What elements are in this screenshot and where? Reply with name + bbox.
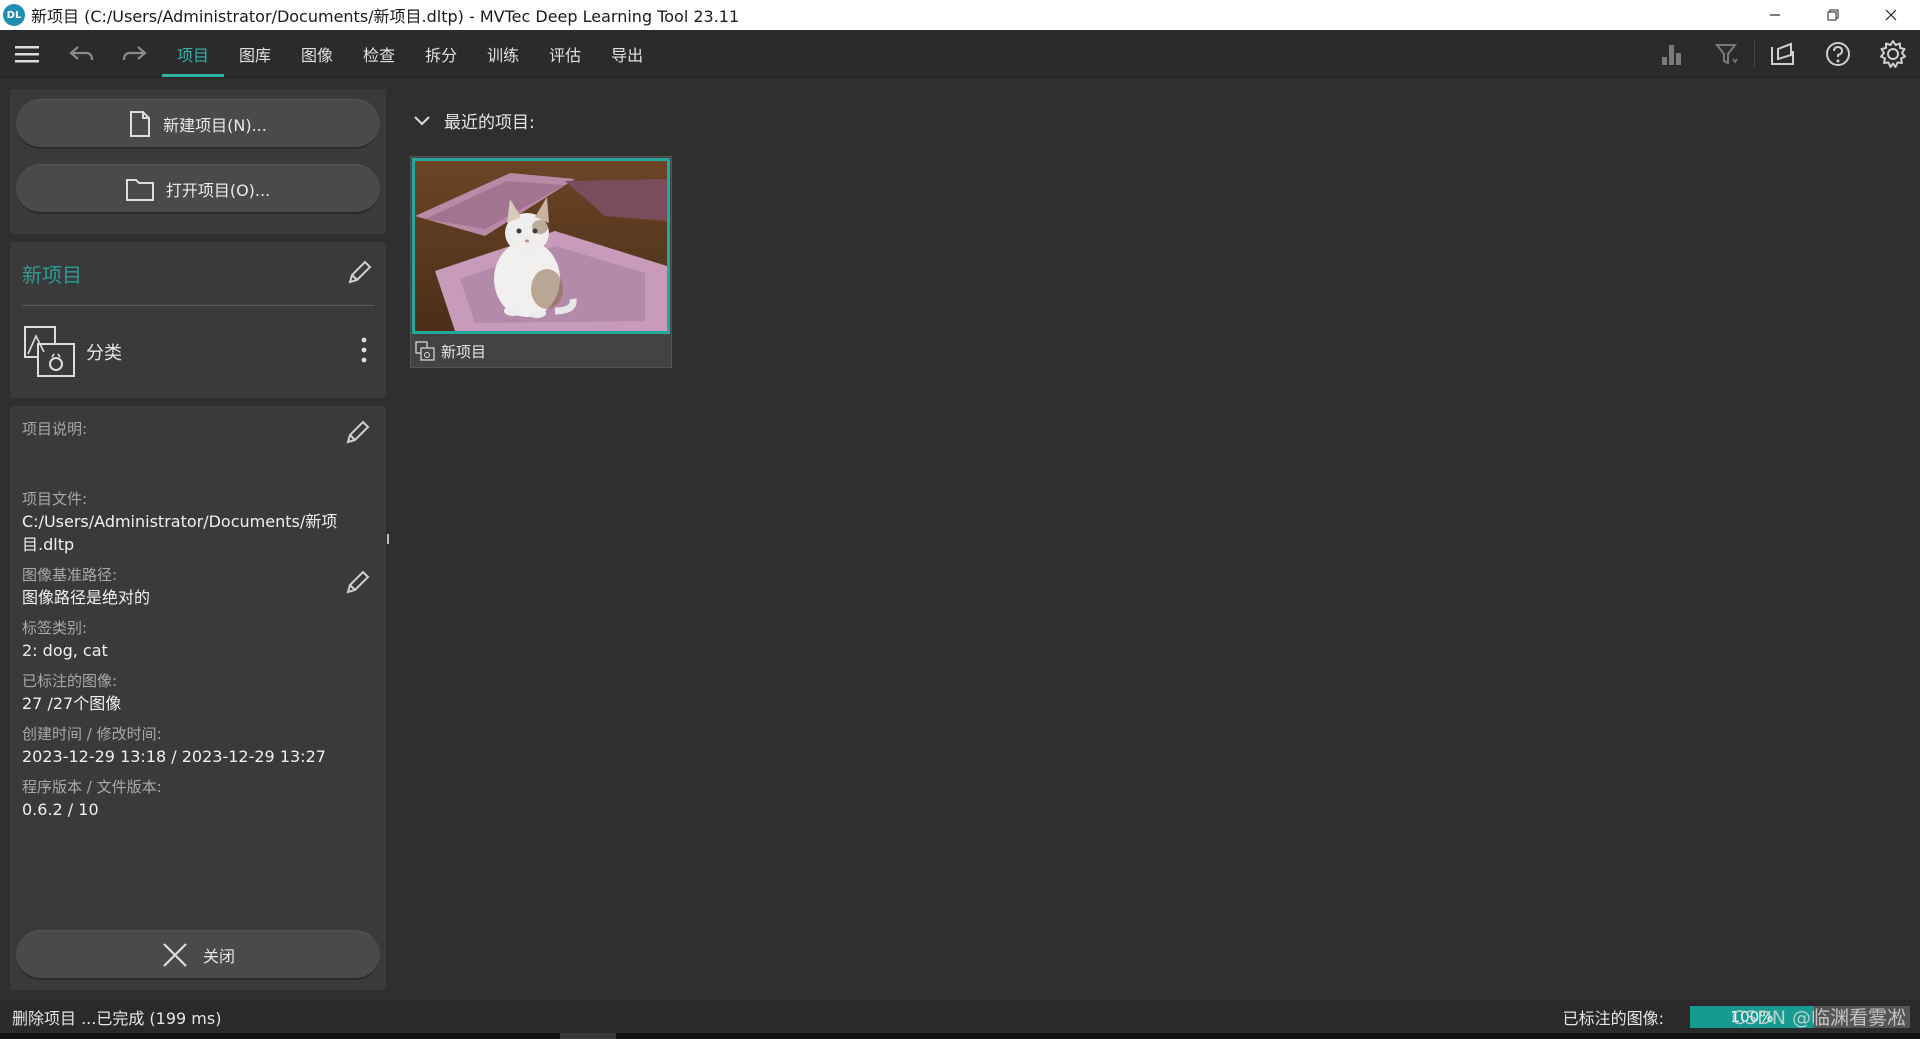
labeled-images-value: 27 /27个图像: [22, 694, 122, 713]
settings-button[interactable]: [1865, 30, 1920, 77]
redo-icon: [122, 45, 147, 60]
filter-button[interactable]: [1699, 30, 1754, 77]
minimize-button[interactable]: [1746, 0, 1804, 30]
close-project-button[interactable]: 关闭: [16, 930, 380, 980]
image-base-path-label: 图像基准路径:: [22, 566, 118, 584]
help-button[interactable]: [1810, 30, 1865, 77]
classes-label: 标签类别:: [22, 619, 88, 637]
undo-icon: [69, 45, 94, 60]
recent-project-name: 新项目: [441, 342, 487, 361]
menu-button[interactable]: [0, 30, 54, 77]
time-label: 创建时间 / 修改时间:: [22, 725, 162, 743]
pencil-icon: [346, 420, 370, 444]
undo-button[interactable]: [54, 30, 108, 77]
status-bar: 删除项目 ...已完成 (199 ms) 已标注的图像: 100%: [0, 1000, 1920, 1033]
project-sidebar: 新建项目(N)... 打开项目(O)... 新项目 分类 项目说明: 项目文件:…: [10, 89, 386, 998]
new-file-icon: [130, 110, 151, 137]
new-project-label: 新建项目(N)...: [163, 115, 267, 135]
app-logo: DL: [3, 4, 25, 26]
settings-icon: [1879, 39, 1906, 68]
tab-images[interactable]: 图像: [286, 30, 348, 77]
project-type: 分类: [86, 343, 122, 364]
folder-icon: [125, 178, 154, 201]
close-project-label: 关闭: [202, 946, 235, 966]
tab-library[interactable]: 图库: [224, 30, 286, 77]
project-name: 新项目: [22, 263, 82, 287]
project-file-value-line1: C:/Users/Administrator/Documents/新项: [22, 512, 338, 531]
edit-image-base-path-button[interactable]: [344, 568, 372, 600]
classification-icon: [24, 326, 75, 377]
kitten-photo: [415, 161, 667, 331]
image-base-path-value: 图像路径是绝对的: [22, 588, 151, 607]
redo-button[interactable]: [108, 30, 162, 77]
tab-export[interactable]: 导出: [596, 30, 658, 77]
current-project-card: 新项目 分类: [10, 242, 386, 398]
recent-projects-area: 最近的项目: 新项目: [396, 78, 1920, 1000]
menu-icon: [15, 45, 39, 62]
feedback-icon: [1770, 42, 1794, 65]
close-icon: [163, 942, 187, 967]
more-vertical-icon: [361, 337, 367, 363]
panel-splitter[interactable]: [387, 534, 389, 544]
bottom-strip: [0, 1033, 1920, 1039]
open-project-label: 打开项目(O)...: [165, 180, 271, 200]
new-project-button[interactable]: 新建项目(N)...: [16, 99, 380, 149]
open-project-button[interactable]: 打开项目(O)...: [16, 164, 380, 214]
watermark: CSDN @临渊看雾凇: [1731, 1007, 1906, 1029]
recent-projects-title: 最近的项目:: [444, 113, 535, 133]
tab-project[interactable]: 项目: [162, 30, 225, 77]
version-label: 程序版本 / 文件版本:: [22, 778, 162, 796]
classification-icon: [415, 341, 435, 361]
project-file-label: 项目文件:: [22, 490, 88, 508]
restore-button[interactable]: [1804, 0, 1862, 30]
description-label: 项目说明:: [22, 420, 88, 438]
tab-evaluate[interactable]: 评估: [534, 30, 596, 77]
close-icon: [1885, 9, 1897, 21]
project-actions-card: 新建项目(N)... 打开项目(O)...: [10, 89, 386, 234]
rename-project-button[interactable]: [346, 258, 374, 290]
statistics-icon: [1661, 44, 1681, 65]
close-window-button[interactable]: [1862, 0, 1920, 30]
window-title: 新项目 (C:/Users/Administrator/Documents/新项…: [31, 7, 740, 26]
restore-icon: [1827, 9, 1839, 21]
pencil-icon: [348, 260, 372, 283]
project-info-card: 项目说明: 项目文件: C:/Users/Administrator/Docum…: [10, 406, 386, 990]
main-toolbar: 项目 图库 图像 检查 拆分 训练 评估 导出: [0, 30, 1920, 78]
recent-project-card[interactable]: 新项目: [410, 156, 672, 368]
minimize-icon: [1770, 14, 1780, 16]
project-file-value-line2: 目.dltp: [22, 535, 75, 554]
filter-icon: [1714, 43, 1738, 65]
tab-train[interactable]: 训练: [472, 30, 534, 77]
pencil-icon: [346, 570, 370, 594]
title-bar: DL 新项目 (C:/Users/Administrator/Documents…: [0, 0, 1920, 30]
tab-inspect[interactable]: 检查: [348, 30, 410, 77]
labeled-images-label: 已标注的图像:: [22, 672, 118, 690]
version-value: 0.6.2 / 10: [22, 800, 99, 819]
help-icon: [1825, 41, 1850, 66]
time-value: 2023-12-29 13:18 / 2023-12-29 13:27: [22, 747, 326, 766]
status-labeled-label: 已标注的图像:: [1562, 1008, 1664, 1028]
recent-projects-toggle[interactable]: 最近的项目:: [414, 108, 535, 133]
chevron-down-icon: [414, 115, 430, 125]
project-more-button[interactable]: [354, 335, 374, 369]
feedback-button[interactable]: [1755, 30, 1810, 77]
status-message: 删除项目 ...已完成 (199 ms): [12, 1008, 222, 1028]
edit-description-button[interactable]: [344, 418, 372, 450]
statistics-button[interactable]: [1644, 30, 1699, 77]
tab-split[interactable]: 拆分: [410, 30, 472, 77]
classes-value: 2: dog, cat: [22, 641, 108, 660]
project-thumbnail: [412, 158, 670, 334]
